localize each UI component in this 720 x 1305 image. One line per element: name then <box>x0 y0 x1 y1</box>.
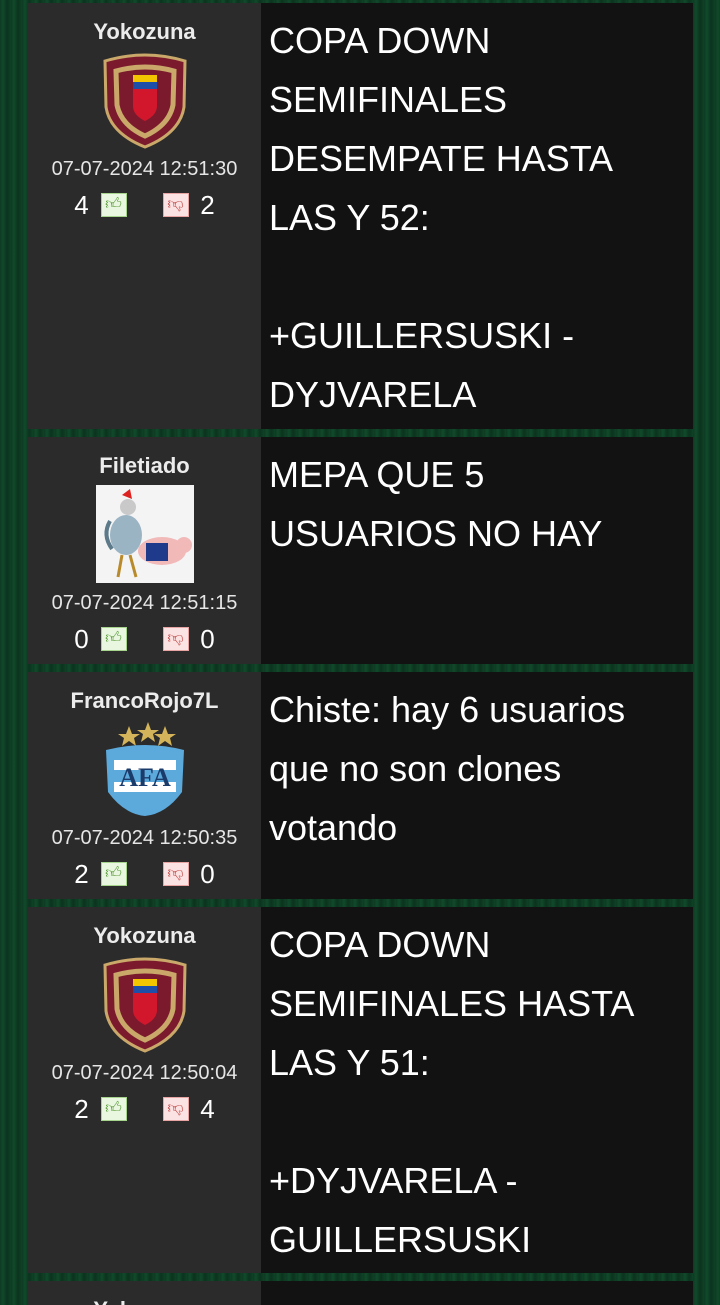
post-author-panel: FrancoRojo7L AFA 07-07-2024 12:50:35 2 👍… <box>28 672 261 899</box>
afa-crest-icon[interactable]: AFA <box>96 720 194 818</box>
thumbs-down-icon[interactable]: 👎︎ <box>162 193 189 217</box>
svg-text:AFA: AFA <box>119 763 171 792</box>
username[interactable]: FrancoRojo7L <box>71 688 219 714</box>
thumbs-down-icon[interactable]: 👎︎ <box>162 1097 189 1121</box>
post-author-panel: Filetiado 07-07-2024 12:51:15 0 👍︎ 👎︎ 0 <box>28 437 261 664</box>
post-timestamp: 07-07-2024 12:51:30 <box>51 158 238 180</box>
dislike-count: 4 <box>200 1093 215 1124</box>
post-timestamp: 07-07-2024 12:51:15 <box>51 592 238 614</box>
post-card: Filetiado 07-07-2024 12:51:15 0 👍︎ 👎︎ 0 … <box>28 437 693 664</box>
like-count: 4 <box>74 189 89 220</box>
dislike-count: 2 <box>200 189 215 220</box>
vote-bar: 4 👍︎ 👎︎ 2 <box>71 187 219 223</box>
post-card: Yokozuna COPA DOWN <box>28 1281 693 1305</box>
username[interactable]: Yokozuna <box>93 1297 195 1305</box>
post-message: Chiste: hay 6 usuarios que no son clones… <box>261 672 693 899</box>
post-message: MEPA QUE 5 USUARIOS NO HAY <box>261 437 693 664</box>
dislike-count: 0 <box>200 858 215 889</box>
thumbs-down-icon[interactable]: 👎︎ <box>162 627 189 651</box>
vinotinto-crest-icon[interactable] <box>96 51 194 149</box>
thumbs-down-icon[interactable]: 👎︎ <box>162 862 189 886</box>
post-author-panel: Yokozuna 07-07-2024 12:51:30 4 👍︎ 👎︎ 2 <box>28 3 261 429</box>
thumbs-up-icon[interactable]: 👍︎ <box>100 627 127 651</box>
post-card: Yokozuna 07-07-2024 12:51:30 4 👍︎ 👎︎ 2 C… <box>28 3 693 429</box>
vote-bar: 0 👍︎ 👎︎ 0 <box>71 621 219 657</box>
post-timestamp: 07-07-2024 12:50:04 <box>51 1062 238 1084</box>
post-card: Yokozuna 07-07-2024 12:50:04 2 👍︎ 👎︎ 4 C… <box>28 907 693 1273</box>
username[interactable]: Yokozuna <box>93 923 195 949</box>
dislike-count: 0 <box>200 623 215 654</box>
post-message: COPA DOWN SEMIFINALES HASTA LAS Y 51: +D… <box>261 907 693 1273</box>
vote-bar: 2 👍︎ 👎︎ 0 <box>71 856 219 892</box>
rooster-pig-cartoon-icon[interactable] <box>95 485 194 583</box>
thumbs-up-icon[interactable]: 👍︎ <box>100 193 127 217</box>
post-card: FrancoRojo7L AFA 07-07-2024 12:50:35 2 👍… <box>28 672 693 899</box>
like-count: 0 <box>74 623 89 654</box>
vinotinto-crest-icon[interactable] <box>96 955 194 1053</box>
post-timestamp: 07-07-2024 12:50:35 <box>51 827 238 849</box>
username[interactable]: Filetiado <box>99 453 189 479</box>
username[interactable]: Yokozuna <box>93 19 195 45</box>
like-count: 2 <box>74 1093 89 1124</box>
post-message: COPA DOWN <box>261 1281 693 1305</box>
post-author-panel: Yokozuna 07-07-2024 12:50:04 2 👍︎ 👎︎ 4 <box>28 907 261 1273</box>
like-count: 2 <box>74 858 89 889</box>
thumbs-up-icon[interactable]: 👍︎ <box>100 1097 127 1121</box>
vote-bar: 2 👍︎ 👎︎ 4 <box>71 1091 219 1127</box>
thumbs-up-icon[interactable]: 👍︎ <box>100 862 127 886</box>
post-message: COPA DOWN SEMIFINALES DESEMPATE HASTA LA… <box>261 3 693 429</box>
post-author-panel: Yokozuna <box>28 1281 261 1305</box>
